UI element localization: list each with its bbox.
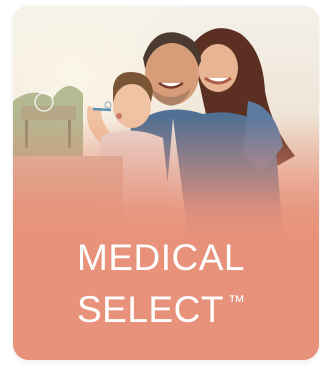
plan-title-select: SELECT [77, 289, 224, 330]
plan-title-line-2: SELECT ™ [77, 280, 245, 332]
trademark-symbol: ™ [227, 292, 245, 311]
plan-title-line-1: MEDICAL [77, 237, 245, 278]
plan-title: MEDICAL SELECT ™ [77, 236, 245, 332]
plan-card[interactable]: MEDICAL SELECT ™ [13, 6, 319, 360]
